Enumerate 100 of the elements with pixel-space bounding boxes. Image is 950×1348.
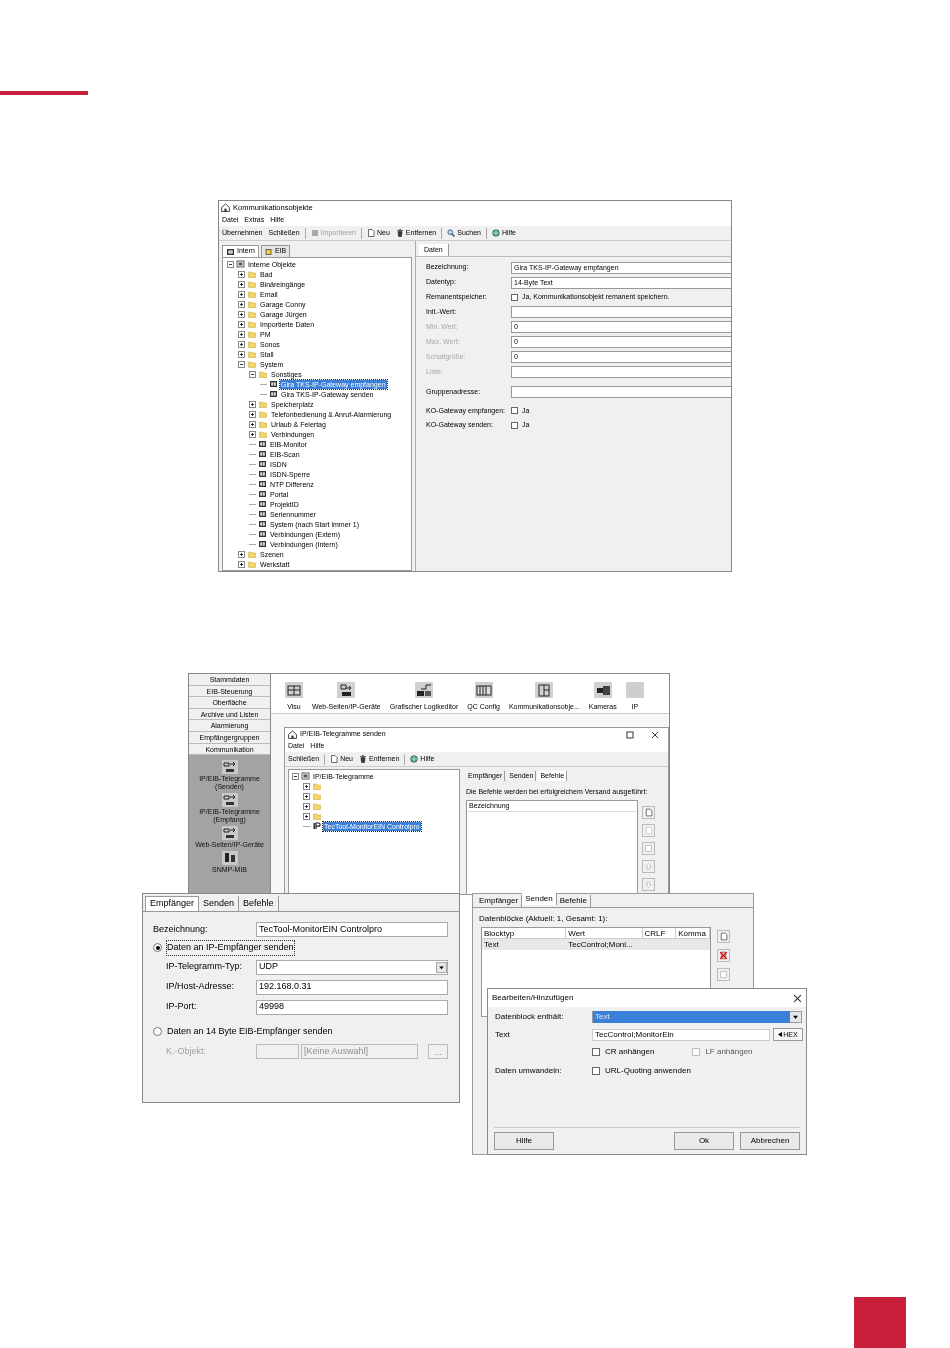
caption-text: Datenblöcke (Aktuell: 1, Gesamt: 1): (479, 913, 609, 925)
radio-label: Daten an 14 Byte EIB-Empfänger senden (167, 1024, 333, 1038)
expand-icon[interactable] (238, 290, 245, 298)
expand-icon[interactable] (238, 550, 245, 558)
expand-icon[interactable] (238, 560, 245, 568)
arrow-left-icon (778, 1032, 783, 1037)
field-label: Bezeichnung: (153, 922, 209, 936)
table-row[interactable]: Text TecControl;Moni... (482, 939, 710, 950)
collapse-icon[interactable] (238, 360, 245, 368)
dropdown[interactable]: Text (592, 1011, 802, 1023)
text-field[interactable]: 192.168.0.31 (256, 979, 448, 995)
page-icon (719, 932, 728, 941)
expand-icon[interactable] (238, 280, 245, 288)
checkbox[interactable] (592, 1067, 600, 1075)
expand-icon[interactable] (238, 270, 245, 278)
field-label: IP-Port: (166, 1000, 198, 1014)
object-icon (236, 260, 245, 268)
dropdown[interactable]: UDP (256, 959, 448, 975)
module-icon (535, 682, 554, 698)
checkbox[interactable] (511, 407, 518, 415)
tab[interactable]: Senden (522, 893, 557, 905)
trash-icon (395, 229, 404, 237)
expand-icon[interactable] (249, 420, 256, 428)
column-header: Wert (566, 928, 643, 938)
expand-icon[interactable] (238, 330, 245, 338)
expand-icon[interactable] (249, 410, 256, 418)
checkbox[interactable] (511, 421, 518, 429)
module-icon (625, 682, 644, 698)
object-icon (258, 510, 267, 518)
expand-icon[interactable] (238, 340, 245, 348)
tab[interactable]: Befehle (239, 896, 279, 911)
module-icon (285, 682, 303, 698)
text-field[interactable] (511, 366, 731, 378)
checkbox-label: LF anhängen (705, 1046, 753, 1058)
expand-icon[interactable] (303, 782, 310, 790)
trash-icon (359, 755, 367, 763)
close-icon[interactable] (793, 993, 802, 1003)
delete-icon (719, 951, 728, 960)
side-button[interactable] (717, 949, 730, 962)
arrow-down-icon (644, 879, 653, 889)
text-field[interactable]: TecControl;MonitorEin (592, 1028, 770, 1041)
table-cell: Text (484, 940, 499, 949)
checkbox[interactable] (592, 1048, 600, 1056)
object-icon (258, 470, 267, 478)
close-icon[interactable] (651, 730, 659, 739)
column-header: CRLF (642, 928, 677, 938)
network-icon (220, 825, 239, 842)
expand-icon[interactable] (249, 400, 256, 408)
module-icon (337, 682, 356, 698)
object-icon (258, 480, 267, 488)
expand-icon[interactable] (303, 792, 310, 800)
object-icon (258, 500, 267, 508)
field-label: Datenblock enthält: (495, 1011, 565, 1023)
square-icon (310, 229, 319, 237)
collapse-icon[interactable] (292, 772, 299, 780)
tab[interactable]: Empfänger (145, 896, 200, 911)
help-icon (491, 229, 500, 237)
dialog-button[interactable]: Hilfe (494, 1132, 554, 1150)
text-field[interactable]: 49998 (256, 999, 448, 1015)
expand-icon[interactable] (238, 320, 245, 328)
expand-icon[interactable] (238, 310, 245, 318)
side-button[interactable] (642, 805, 655, 819)
radio-button[interactable] (153, 1026, 162, 1036)
checkbox[interactable] (511, 293, 518, 301)
dialog-button[interactable]: Ok (674, 1132, 734, 1150)
dropdown-arrow-icon (790, 1012, 801, 1022)
object-icon (269, 390, 278, 398)
expand-icon[interactable] (303, 812, 310, 820)
search-icon (447, 229, 456, 237)
checkbox-label: CR anhängen (605, 1046, 655, 1058)
object-icon (258, 460, 267, 468)
table-cell: TecControl;Moni... (568, 940, 633, 949)
maximize-icon[interactable] (626, 730, 634, 739)
device-icon (220, 850, 239, 867)
text-field[interactable] (256, 1044, 299, 1059)
dialog-button[interactable]: Abbrechen (740, 1132, 800, 1150)
text-field[interactable]: TecTool-MonitorEIN Controlpro (256, 922, 448, 937)
expand-icon[interactable] (238, 300, 245, 308)
tab[interactable]: Befehle (556, 895, 591, 907)
expand-icon[interactable] (238, 350, 245, 358)
collapse-icon[interactable] (249, 370, 256, 378)
tab[interactable]: Senden (199, 896, 240, 911)
object-icon (258, 520, 267, 528)
field-label: Text (495, 1028, 511, 1041)
object-icon (301, 772, 310, 780)
expand-icon[interactable] (249, 430, 256, 438)
radio-button[interactable] (153, 943, 162, 953)
object-icon (226, 247, 235, 256)
help-icon (410, 755, 419, 763)
text-field[interactable] (511, 386, 731, 398)
checkbox-label: URL-Quoting anwenden (605, 1065, 691, 1077)
object-icon (258, 450, 267, 458)
object-icon (258, 540, 267, 548)
collapse-icon[interactable] (227, 260, 234, 268)
object-icon (269, 380, 278, 388)
expand-icon[interactable] (303, 802, 310, 810)
text-field[interactable] (511, 306, 731, 318)
module-icon (474, 682, 493, 698)
side-button[interactable] (717, 930, 730, 943)
column-header: Blocktyp (482, 928, 567, 938)
